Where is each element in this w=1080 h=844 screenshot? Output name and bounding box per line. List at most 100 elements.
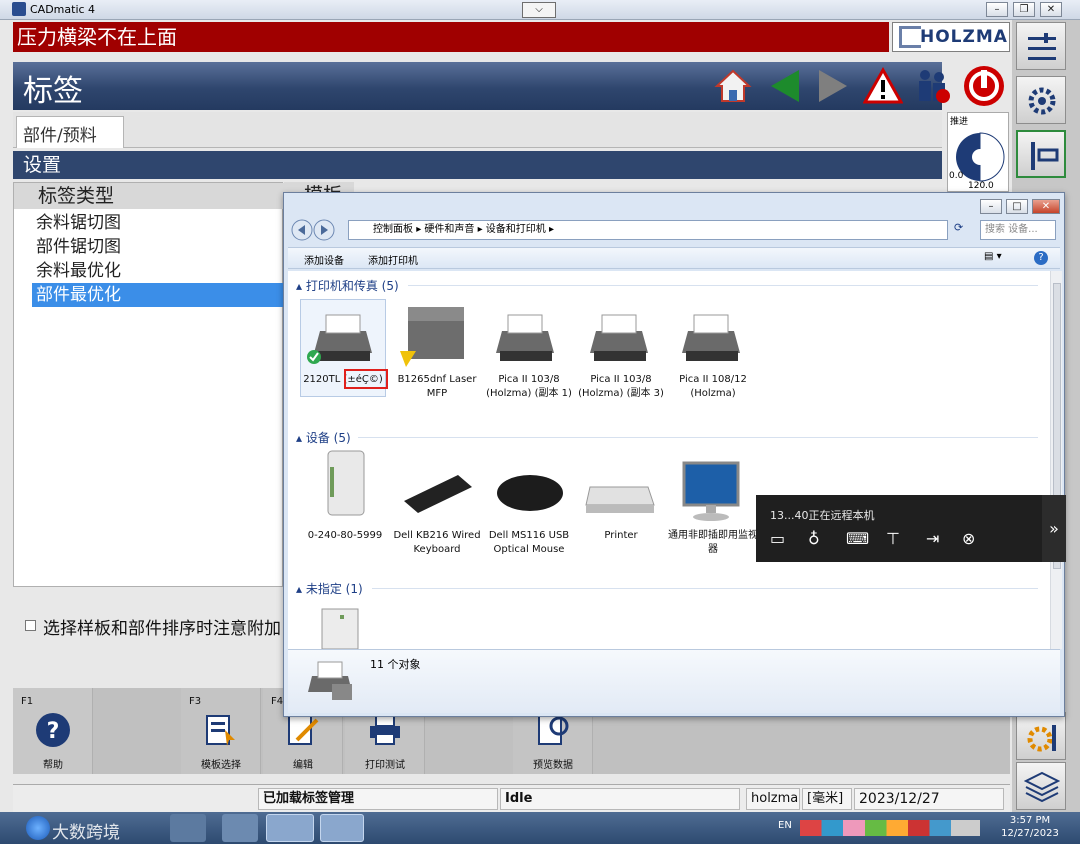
help-icon[interactable]: ? (1034, 251, 1048, 265)
status-datetime: 2023/12/27 15:57:50 (854, 788, 1004, 827)
explorer-taskbar-icon[interactable] (320, 814, 364, 842)
device-list: ▴ 打印机和传真 (5) 2120TL (±éÇ©) B1265dnf Lase… (288, 271, 1050, 649)
group-printers[interactable]: ▴ 打印机和传真 (5) (296, 277, 399, 294)
text-icon[interactable]: ⊤ (886, 529, 908, 551)
vertical-scrollbar[interactable] (1050, 271, 1062, 649)
close-circle-icon[interactable]: ⊗ (962, 529, 984, 551)
group-unspecified[interactable]: ▴ 未指定 (1) (296, 580, 363, 597)
devices-printers-window: – □ ✕ 控制面板 ▸ 硬件和声音 ▸ 设备和打印机 ▸ ⟳ 搜索 设备...… (283, 192, 1065, 717)
close-button[interactable]: ✕ (1040, 2, 1062, 17)
device-name: Dell MS116 USB Optical Mouse (488, 530, 570, 555)
keyboard-icon (404, 475, 472, 513)
taskbar-clock[interactable]: 3:57 PM 12/27/2023 (990, 814, 1070, 840)
tab-parts-stock[interactable]: 部件/预料 (16, 116, 124, 148)
input-language[interactable]: EN (778, 820, 792, 831)
attach-checkbox-label: 选择样板和部件排序时注意附加 (43, 619, 281, 639)
breadcrumb-separator: ▸ (477, 224, 486, 235)
group-divider (372, 588, 1038, 589)
breadcrumb-0[interactable]: 控制面板 (373, 224, 413, 235)
group-divider (408, 285, 1038, 286)
label-type-item-selected[interactable]: 部件最优化 (32, 283, 284, 307)
folder-icon[interactable] (222, 814, 258, 842)
warning-icon[interactable] (863, 66, 903, 106)
settings-button[interactable] (1016, 76, 1066, 124)
microphone-icon[interactable]: ♁ (808, 529, 830, 551)
group-divider (358, 437, 1038, 438)
print-test-label: 打印测试 (365, 760, 405, 771)
label-function-button[interactable] (1016, 130, 1066, 178)
external-drive-icon (327, 450, 365, 516)
back-arrow-icon[interactable] (765, 66, 805, 106)
fkey-label: F3 (189, 696, 202, 707)
device-name: Printer (604, 530, 638, 541)
label-machine-icon (1031, 142, 1059, 170)
search-input[interactable]: 搜索 设备... (980, 220, 1056, 240)
preview-data-icon (538, 715, 569, 745)
template-select-button[interactable]: F3 模板选择 (181, 688, 261, 774)
explorer-minimize-button[interactable]: – (980, 199, 1002, 214)
explorer-navbar: 控制面板 ▸ 硬件和声音 ▸ 设备和打印机 ▸ ⟳ 搜索 设备... (288, 217, 1060, 245)
preview-data-label: 预览数据 (533, 760, 573, 771)
feed-gauge: 推进 0.0 120.0 (947, 112, 1009, 192)
home-icon[interactable] (713, 66, 753, 106)
restore-button[interactable]: ❐ (1013, 2, 1035, 17)
add-device-button[interactable]: 添加设备 (304, 252, 344, 267)
printer-icon (682, 314, 740, 361)
status-message: 已加载标签管理 (258, 788, 498, 810)
view-options-icon[interactable]: ▤ ▾ (984, 251, 1008, 265)
users-icon[interactable] (913, 66, 953, 106)
laser-printer-icon (400, 307, 464, 367)
layers-button[interactable] (1016, 762, 1066, 810)
app-icon (12, 2, 26, 16)
status-state: Idle (500, 788, 740, 810)
address-bar[interactable]: 控制面板 ▸ 硬件和声音 ▸ 设备和打印机 ▸ (348, 220, 948, 240)
attach-checkbox[interactable] (25, 620, 36, 631)
system-tray-icons[interactable] (800, 820, 980, 836)
template-select-icon (206, 715, 235, 746)
unknown-device-icon (321, 608, 359, 649)
highlight-box (344, 369, 388, 389)
start-button[interactable] (26, 816, 50, 840)
help-icon: ? (36, 713, 70, 747)
breadcrumb-1[interactable]: 硬件和声音 (424, 224, 474, 235)
titlebar-dropdown-button[interactable]: ⌵ (522, 2, 556, 18)
object-count: 11 个对象 (370, 658, 421, 671)
transfer-icon[interactable]: ⇥ (926, 529, 948, 551)
group-devices-title: 设备 (5) (305, 431, 351, 445)
forward-arrow-icon[interactable] (813, 66, 853, 106)
breadcrumb-separator: ▸ (548, 224, 554, 235)
expand-button[interactable]: » (1042, 495, 1066, 562)
app-title: CADmatic 4 (30, 3, 96, 16)
cadmatic-taskbar-icon[interactable] (266, 814, 314, 842)
calculator-icon[interactable] (170, 814, 206, 842)
printer-name: Pica II 108/12 (Holzma) (679, 374, 747, 399)
remote-control-toolbar: 13...40正在远程本机 ▭ ♁ ⌨ ⊤ ⇥ ⊗ » (756, 495, 1066, 562)
breadcrumb-2[interactable]: 设备和打印机 (486, 224, 546, 235)
group-devices[interactable]: ▴ 设备 (5) (296, 429, 351, 446)
tools-button[interactable] (1016, 712, 1066, 760)
emergency-stop-icon[interactable] (962, 64, 1006, 108)
label-type-item[interactable]: 余料最优化 (32, 259, 284, 283)
explorer-close-button[interactable]: ✕ (1032, 199, 1060, 214)
holzma-logo: HOLZMA (892, 22, 1010, 52)
gauge-min: 0.0 (949, 171, 964, 181)
add-printer-button[interactable]: 添加打印机 (368, 252, 418, 267)
chat-icon[interactable]: ▭ (770, 529, 792, 551)
printer-icon (370, 715, 400, 745)
alarm-banner: 压力横梁不在上面 (13, 22, 889, 52)
label-type-item[interactable]: 余料锯切图 (32, 211, 284, 235)
keyboard-icon[interactable]: ⌨ (846, 529, 869, 551)
explorer-maximize-button[interactable]: □ (1006, 199, 1028, 214)
refresh-icon[interactable]: ⟳ (954, 221, 974, 239)
generic-printer-icon (585, 486, 655, 513)
sliders-button[interactable] (1016, 22, 1066, 70)
edit-label: 编辑 (293, 760, 313, 771)
back-forward-icon[interactable] (290, 218, 338, 242)
minimize-button[interactable]: – (986, 2, 1008, 17)
help-button[interactable]: F1 ? 帮助 (13, 688, 93, 774)
status-user: holzma (746, 788, 800, 810)
label-type-item[interactable]: 部件锯切图 (32, 235, 284, 259)
gear-tools-icon (1027, 725, 1056, 752)
clock-time: 3:57 PM (1009, 815, 1051, 826)
taskbar: 大数跨境 EN 3:57 PM 12/27/2023 (0, 812, 1080, 844)
